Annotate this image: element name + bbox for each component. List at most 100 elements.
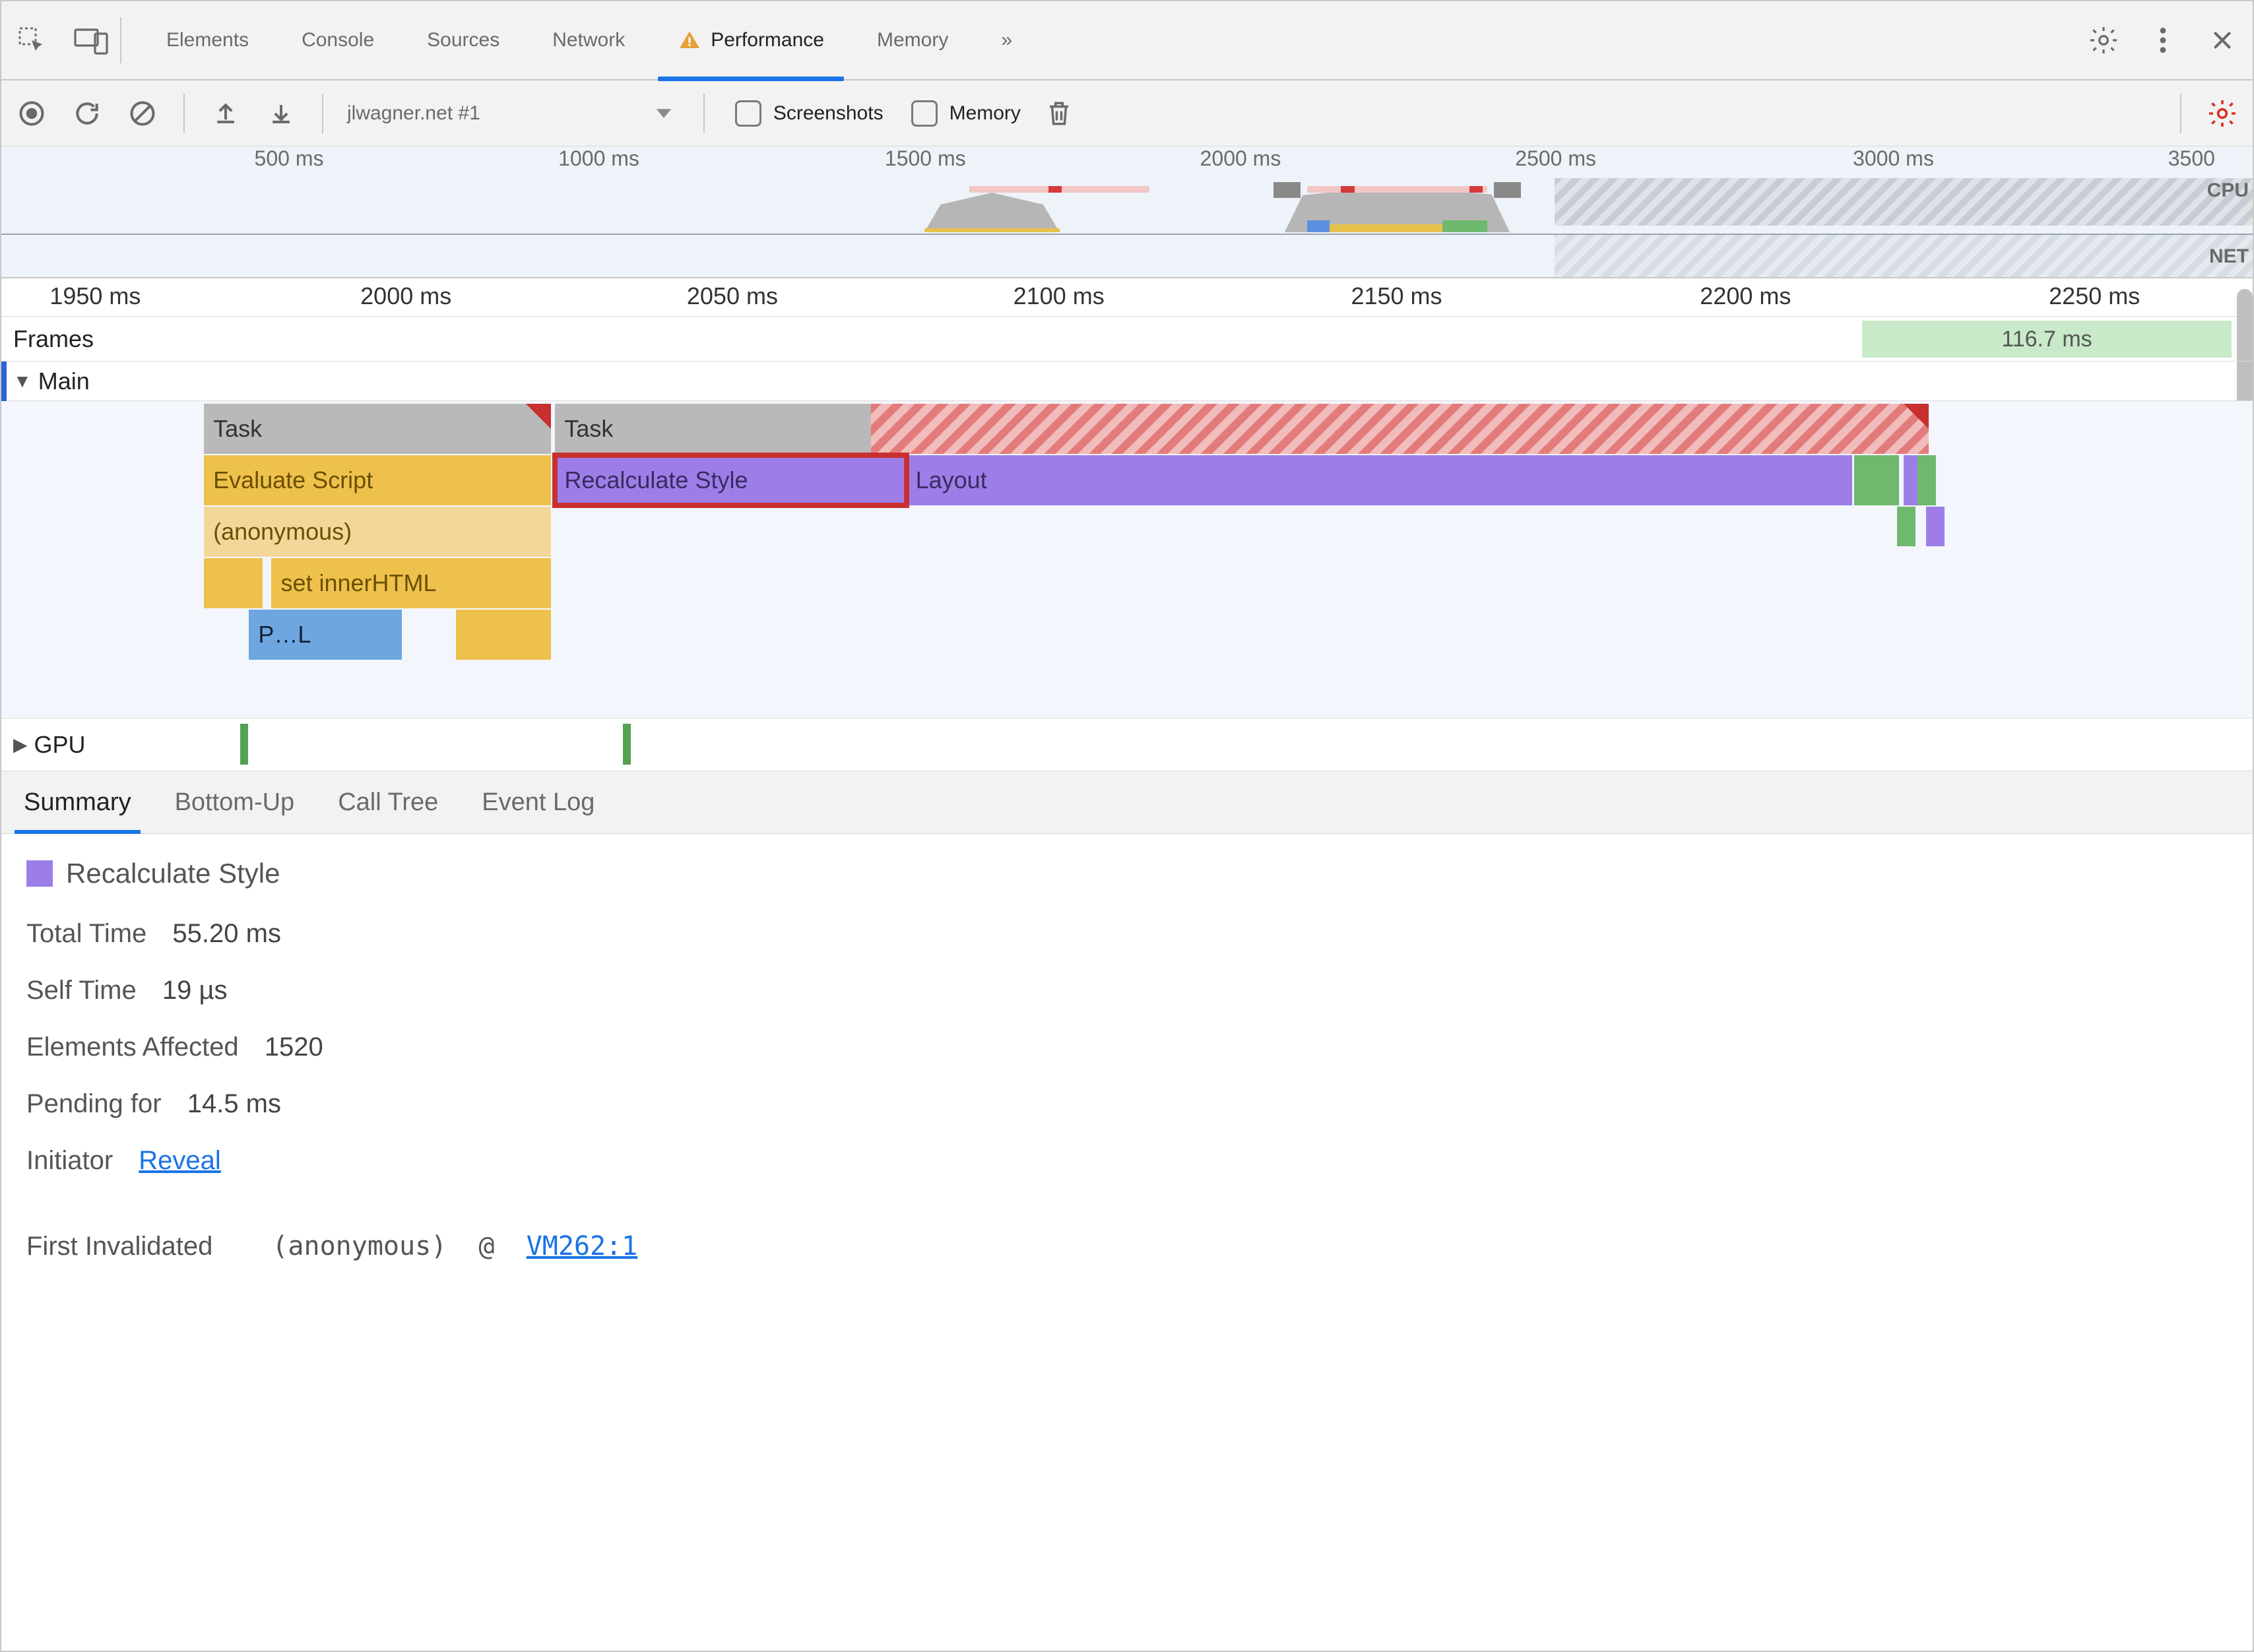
- warning-icon: [678, 28, 701, 52]
- tab-label: Elements: [166, 29, 249, 51]
- overview-tick: 1000 ms: [558, 146, 639, 171]
- download-icon[interactable]: [264, 96, 298, 131]
- flame-small[interactable]: [1926, 507, 1945, 546]
- track-main-header[interactable]: ▼ Main: [1, 362, 2253, 401]
- divider: [322, 94, 323, 133]
- divider: [183, 94, 185, 133]
- overview-marker: [1469, 186, 1483, 193]
- flame-task[interactable]: Task: [204, 404, 550, 454]
- tab-performance[interactable]: Performance: [651, 1, 851, 80]
- detail-tick: 1950 ms: [49, 282, 141, 310]
- summary-elements-affected: Elements Affected 1520: [26, 1027, 2228, 1067]
- detail-tick: 2150 ms: [1351, 282, 1442, 310]
- garbage-collect-icon[interactable]: [1042, 96, 1076, 131]
- flame-small[interactable]: [1917, 455, 1936, 505]
- tab-label: Network: [552, 29, 625, 51]
- vm-location-link[interactable]: VM262:1: [527, 1231, 638, 1261]
- tab-label: Sources: [427, 29, 499, 51]
- inspect-element-icon[interactable]: [15, 23, 49, 57]
- tab-more[interactable]: »: [975, 1, 1039, 80]
- tab-label: Console: [302, 29, 374, 51]
- flamechart[interactable]: Task Task Evaluate Script Recalculate St…: [1, 401, 2253, 771]
- overview-tick: 1500 ms: [885, 146, 966, 171]
- dropdown-triangle-icon: [655, 108, 673, 119]
- overview-activity: [924, 193, 1060, 232]
- gpu-tick[interactable]: [623, 724, 631, 765]
- checkbox-icon: [735, 100, 761, 127]
- tab-console[interactable]: Console: [275, 1, 401, 80]
- flame-set-innerhtml[interactable]: set innerHTML: [271, 558, 550, 608]
- tabbar-left-icons: [15, 23, 108, 57]
- long-task-warning-icon: [1904, 404, 1929, 429]
- recording-selector[interactable]: jlwagner.net #1: [347, 102, 680, 125]
- track-gpu-label: ▶ GPU: [1, 731, 173, 759]
- long-task-warning-icon: [526, 404, 551, 429]
- track-frames-label: Frames: [1, 325, 173, 353]
- divider: [120, 17, 121, 63]
- detail-ruler[interactable]: 1950 ms2000 ms2050 ms2100 ms2150 ms2200 …: [1, 278, 2253, 317]
- reload-record-icon[interactable]: [70, 96, 104, 131]
- overview-activity: [1442, 220, 1487, 232]
- flame-chunk[interactable]: [456, 610, 550, 660]
- tab-elements[interactable]: Elements: [140, 1, 275, 80]
- tab-network[interactable]: Network: [526, 1, 651, 80]
- overview-handle-left[interactable]: [1273, 182, 1301, 198]
- close-icon[interactable]: [2205, 23, 2239, 57]
- frame-duration: 116.7 ms: [2001, 327, 2092, 352]
- flame-paint[interactable]: [1854, 455, 1899, 505]
- detail-tick: 2100 ms: [1014, 282, 1105, 310]
- overview-cpu-label: CPU: [2207, 179, 2249, 202]
- flame-chunk[interactable]: [204, 558, 263, 608]
- tab-call-tree[interactable]: Call Tree: [329, 771, 447, 833]
- track-frames[interactable]: Frames 116.7 ms: [1, 317, 2253, 362]
- overview-net-hatch: [1555, 235, 2253, 277]
- record-button-icon[interactable]: [15, 96, 49, 131]
- screenshots-checkbox[interactable]: Screenshots: [735, 100, 884, 127]
- detail-tabs: Summary Bottom-Up Call Tree Event Log: [1, 771, 2253, 834]
- tab-summary[interactable]: Summary: [15, 771, 141, 833]
- tab-label: »: [1001, 29, 1012, 51]
- flame-small[interactable]: [1897, 507, 1916, 546]
- performance-toolbar: jlwagner.net #1 Screenshots Memory: [1, 80, 2253, 146]
- frame-bar[interactable]: 116.7 ms: [1862, 321, 2232, 358]
- flame-parse-html[interactable]: P…L: [249, 610, 402, 660]
- settings-gear-icon[interactable]: [2086, 23, 2121, 57]
- detail-tick: 2050 ms: [687, 282, 778, 310]
- overview-cpu-hatch: [1555, 178, 2253, 226]
- summary-first-invalidated: First Invalidated (anonymous) @ VM262:1: [26, 1226, 2228, 1266]
- first-invalidated-loc: (anonymous) @ VM262:1: [272, 1226, 637, 1266]
- tabbar-right-icons: [2086, 23, 2239, 57]
- top-tabbar: Elements Console Sources Network Perform…: [1, 1, 2253, 80]
- flame-evaluate-script[interactable]: Evaluate Script: [204, 455, 550, 505]
- chevron-right-icon[interactable]: ▶: [13, 734, 28, 755]
- overview-strip[interactable]: 500 ms1000 ms1500 ms2000 ms2500 ms3000 m…: [1, 146, 2253, 278]
- tab-memory[interactable]: Memory: [851, 1, 975, 80]
- kebab-menu-icon[interactable]: [2146, 23, 2180, 57]
- detail-tick: 2000 ms: [360, 282, 451, 310]
- divider: [2180, 94, 2181, 133]
- chevron-down-icon[interactable]: ▼: [13, 371, 32, 392]
- track-gpu[interactable]: ▶ GPU: [1, 718, 2253, 771]
- device-toggle-icon[interactable]: [74, 23, 108, 57]
- upload-icon[interactable]: [209, 96, 243, 131]
- flame-task[interactable]: Task: [555, 404, 1928, 454]
- overview-tick: 3000 ms: [1853, 146, 1934, 171]
- tab-event-log[interactable]: Event Log: [472, 771, 604, 833]
- flame-recalculate-style[interactable]: Recalculate Style: [555, 455, 906, 505]
- tab-bottom-up[interactable]: Bottom-Up: [166, 771, 304, 833]
- clear-icon[interactable]: [125, 96, 160, 131]
- screenshots-label: Screenshots: [773, 102, 884, 125]
- initiator-reveal-link[interactable]: Reveal: [139, 1146, 221, 1175]
- flame-layout[interactable]: Layout: [907, 455, 1852, 505]
- memory-checkbox[interactable]: Memory: [911, 100, 1021, 127]
- overview-ruler: 500 ms1000 ms1500 ms2000 ms2500 ms3000 m…: [1, 146, 2253, 175]
- capture-settings-gear-icon[interactable]: [2205, 96, 2239, 131]
- gpu-tick[interactable]: [240, 724, 248, 765]
- overview-activity: [924, 228, 1060, 232]
- tab-sources[interactable]: Sources: [401, 1, 526, 80]
- overview-handle-right[interactable]: [1494, 182, 1521, 198]
- track-main-label: ▼ Main: [1, 367, 173, 395]
- flame-anonymous[interactable]: (anonymous): [204, 507, 550, 557]
- overview-activity: [1307, 220, 1330, 232]
- divider: [703, 94, 705, 133]
